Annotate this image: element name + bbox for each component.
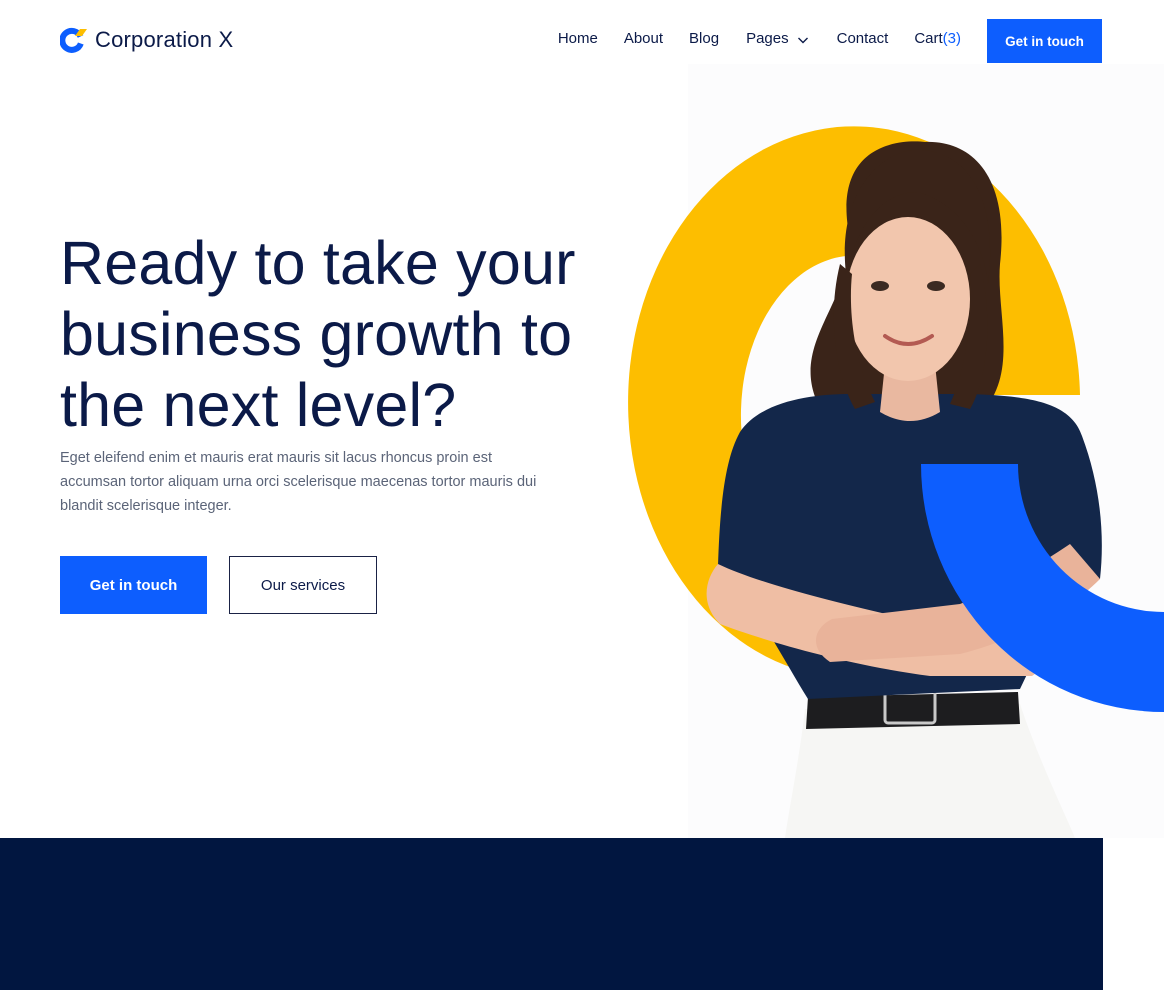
cart-count-badge: (3) bbox=[942, 30, 961, 47]
hero-subtitle: Eget eleifend enim et mauris erat mauris… bbox=[60, 450, 537, 514]
our-services-button[interactable]: Our services bbox=[229, 556, 377, 614]
brand-name: Corporation X bbox=[95, 27, 234, 52]
nav-blog[interactable]: Blog bbox=[689, 30, 719, 47]
hero-image bbox=[600, 64, 1164, 838]
nav-about[interactable]: About bbox=[624, 30, 663, 47]
nav-pages-label: Pages bbox=[746, 30, 789, 47]
nav-contact[interactable]: Contact bbox=[837, 30, 889, 47]
chevron-down-icon bbox=[797, 33, 809, 45]
nav-home[interactable]: Home bbox=[558, 30, 598, 47]
header-get-in-touch-button[interactable]: Get in touch bbox=[987, 19, 1102, 63]
main-nav: Home About Blog Pages Contact Cart (3) bbox=[558, 30, 961, 47]
nav-pages-dropdown[interactable]: Pages bbox=[746, 30, 809, 47]
hero-title: Ready to take your business growth to th… bbox=[60, 229, 576, 439]
brand-logo[interactable]: Corporation X bbox=[59, 26, 234, 54]
hero-get-in-touch-button[interactable]: Get in touch bbox=[60, 556, 207, 614]
cart-label: Cart bbox=[914, 30, 943, 47]
nav-cart[interactable]: Cart (3) bbox=[914, 30, 961, 47]
hero-illustration bbox=[628, 126, 1164, 838]
dark-section-band bbox=[0, 838, 1103, 990]
site-header: Corporation X Home About Blog Pages Cont… bbox=[0, 0, 1164, 82]
logo-icon bbox=[59, 26, 88, 54]
